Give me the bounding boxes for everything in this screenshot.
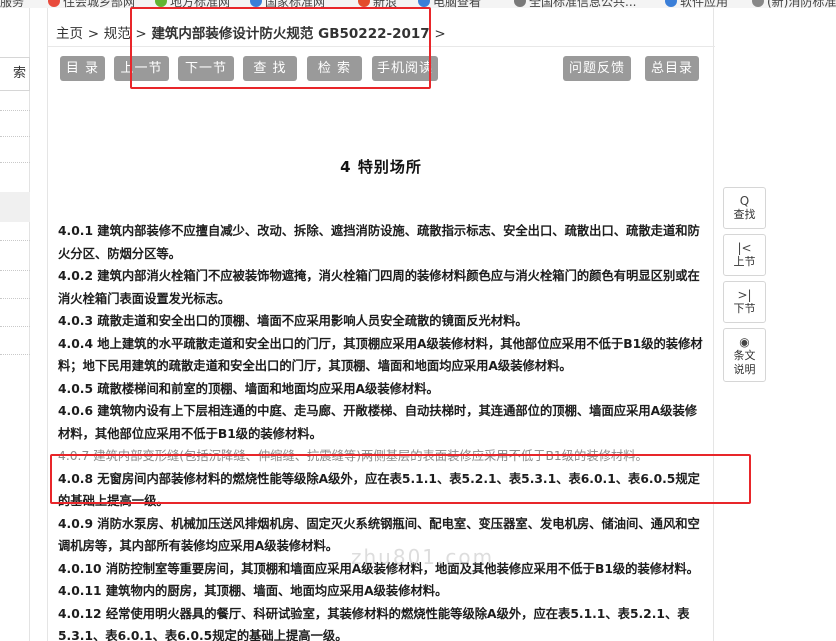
divider <box>0 136 30 137</box>
divider <box>0 270 30 271</box>
bookmark-icon <box>665 0 677 7</box>
watermark: zhu801.com <box>351 545 495 569</box>
bookmark-item[interactable]: 全国标准信息公共... <box>514 0 636 8</box>
annotation-box <box>50 454 751 504</box>
bookmark-icon <box>358 0 370 7</box>
toc-button[interactable]: 目 录 <box>60 56 105 81</box>
eye-icon: ◉ <box>739 335 750 349</box>
bookmark-icon <box>752 0 764 7</box>
float-find-button[interactable]: Q 查找 <box>723 187 766 229</box>
bookmark-icon <box>48 0 60 7</box>
float-next-button[interactable]: >| 下节 <box>723 281 766 323</box>
clause-item: 4.0.1 建筑内部装修不应擅自减少、改动、拆除、遮挡消防设施、疏散指示标志、安… <box>58 224 700 261</box>
bookmark-item[interactable]: (新)消防标准 <box>752 0 836 8</box>
bookmark-icon <box>155 0 167 7</box>
float-prev-button[interactable]: |< 上节 <box>723 234 766 276</box>
clause-item: 4.0.3 疏散走道和安全出口的顶棚、墙面不应采用影响人员安全疏散的镜面反光材料… <box>58 314 528 328</box>
divider <box>0 298 30 299</box>
magnifier-icon: Q <box>739 194 750 208</box>
sidebar-search-button[interactable]: 索 <box>0 57 30 91</box>
divider <box>0 110 30 111</box>
bookmark-icon <box>514 0 526 7</box>
main-content: 主页 > 规范 > 建筑内部装修设计防火规范 GB50222-2017 > 目 … <box>47 8 715 641</box>
master-toc-button[interactable]: 总目录 <box>645 56 699 81</box>
bookmark-item[interactable]: 服务 <box>0 0 24 8</box>
clause-item: 4.0.5 疏散楼梯间和前室的顶棚、墙面和地面均应采用A级装修材料。 <box>58 381 439 396</box>
breadcrumb-separator: > <box>87 26 100 42</box>
clause-item: 4.0.2 建筑内部消火栓箱门不应被装饰物遮掩，消火栓箱门四周的装修材料颜色应与… <box>58 269 700 306</box>
chapter-title: 4 特别场所 <box>340 158 422 176</box>
clause-item: 4.0.11 建筑物内的厨房，其顶棚、墙面、地面均应采用A级装修材料。 <box>58 584 448 598</box>
feedback-button[interactable]: 问题反馈 <box>563 56 631 81</box>
next-icon: >| <box>737 288 752 302</box>
breadcrumb-separator: > <box>434 26 446 42</box>
breadcrumb-section-link[interactable]: 规范 <box>104 26 131 42</box>
left-sidebar: 索 <box>0 8 30 641</box>
divider <box>0 354 30 355</box>
clause-item: 4.0.12 经常使用明火器具的餐厅、科研试验室，其装修材料的燃烧性能等级除A级… <box>58 606 690 641</box>
prev-icon: |< <box>737 241 752 255</box>
bookmark-item[interactable]: 住会城乡部网 <box>48 0 135 8</box>
divider <box>0 240 30 241</box>
annotation-box <box>130 7 431 89</box>
clause-item: 4.0.6 建筑物内设有上下层相连通的中庭、走马廊、开敞楼梯、自动扶梯时，其连通… <box>58 404 698 441</box>
sidebar-item-active[interactable] <box>0 192 30 222</box>
clause-list: 4.0.1 建筑内部装修不应擅自减少、改动、拆除、遮挡消防设施、疏散指示标志、安… <box>58 220 708 641</box>
bookmark-icon <box>418 0 430 7</box>
bookmark-item[interactable]: 软件应用 <box>665 0 728 8</box>
bookmark-icon <box>250 0 262 7</box>
clause-item: 4.0.4 地上建筑的水平疏散走道和安全出口的门厅，其顶棚应采用A级装修材料，其… <box>58 336 703 374</box>
breadcrumb-home-link[interactable]: 主页 <box>56 26 83 42</box>
divider <box>0 326 30 327</box>
float-explain-button[interactable]: ◉ 条文说明 <box>723 328 766 382</box>
